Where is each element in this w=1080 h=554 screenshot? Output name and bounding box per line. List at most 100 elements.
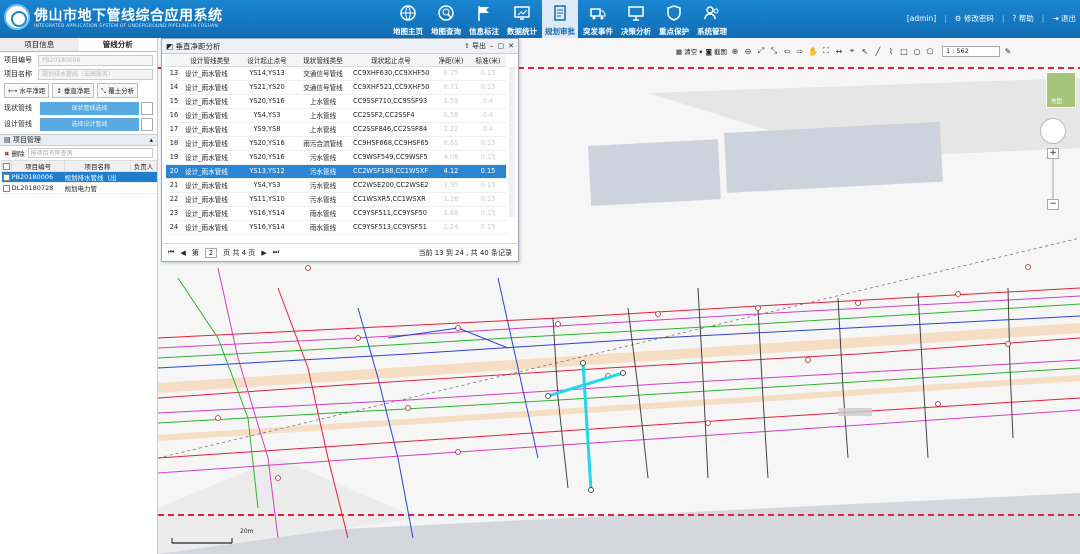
project-name-field[interactable]: 规划排水管线（出图服务） [38,68,153,80]
table-row[interactable]: 22 设计_雨水管线 YS11,YS10 污水管线 CC1WSXR5,CC1WSXR 1.… [166,192,506,207]
table-row[interactable]: 20 设计_雨水管线 YS13,YS12 污水管线 CC2WSF188,CC1WSXF 4… [166,164,506,179]
project-actions: ✖ 删除 按项目名称查询 [4,147,153,159]
nav-decision-analysis[interactable]: 决策分析 [618,0,654,38]
existing-pipe-select-button[interactable]: 现状管线选择 [40,101,139,115]
existing-pipe-checkbox[interactable] [141,101,153,115]
maximize-icon[interactable]: ▢ [498,42,505,50]
zoom-out-icon[interactable]: ⊖ [743,46,753,56]
row-checkbox[interactable] [1,171,12,183]
clearance-cell: 0.71 [432,80,470,95]
nav-emergency[interactable]: 突发事件 [580,0,616,38]
nav-map-home[interactable]: 地图主页 [390,0,426,38]
draw-line-icon[interactable]: ╱ [873,46,883,56]
pen-icon[interactable]: ✎ [1003,46,1013,56]
zoom-in-icon[interactable]: ⊕ [730,46,740,56]
dialog-title: ◩ 垂直净距分析 [166,41,221,51]
row-checkbox[interactable] [1,182,12,194]
nav-planning-approval[interactable]: 规划审批 [542,0,578,38]
scale-select[interactable]: 1 : 562 [941,45,1000,57]
table-row[interactable]: 24 设计_雨水管线 YS16,YS14 雨水管线 CC9YSF513,CC9YSF51… [166,220,506,235]
table-header: 设计管线类型 设计起止点号 现状管线类型 现状起止点号 净距(米) 标准(米) [166,54,506,67]
design-type-cell: 设计_雨水管线 [182,220,238,235]
row-number-cell: 21 [166,178,182,193]
project-id-field[interactable]: PB20180006 [38,54,153,66]
table-row[interactable]: 17 设计_雨水管线 YS9,YS8 上水管线 CC2SSF846,CC2SSF84 2.… [166,122,506,137]
select-all-checkbox[interactable] [0,160,13,172]
table-row[interactable]: DL20180728 规划电力管 [1,182,157,194]
measure-icon[interactable]: ↔ [834,46,844,56]
close-icon[interactable]: ✕ [508,42,514,50]
nav-info-annotation[interactable]: 信息标注 [466,0,502,38]
screenshot-button[interactable]: ◙ 截图 [706,46,727,56]
design-pipe-select-button[interactable]: 选择设计管线 [40,117,139,131]
pan-control[interactable] [1040,118,1066,144]
table-row[interactable]: 18 设计_雨水管线 YS20,YS16 雨污合流管线 CC9HSF668,CC9HSF… [166,136,506,151]
horizontal-clearance-button[interactable]: ⟷ 水平净距 [4,83,50,98]
forward-icon[interactable]: ⇨ [795,46,805,56]
change-password-link[interactable]: ⚙ 修改密码 [955,13,994,24]
table-scrollbar[interactable] [509,67,515,217]
next-page-icon[interactable]: ▶ [261,249,266,257]
cover-analysis-button[interactable]: ⤡ 覆土分析 [96,83,139,98]
logo [4,4,30,30]
table-row[interactable]: 15 设计_雨水管线 YS20,YS16 上水管线 CC9SSF710,CC9SSF93… [166,94,506,109]
standard-cell: 0.4 [470,94,506,109]
table-row[interactable]: 16 设计_雨水管线 YS4,YS3 上水管线 CC2SSF2,CC2SSF4 0.58 0… [166,108,506,123]
polyline-icon[interactable]: ⌇ [886,46,896,56]
export-button[interactable]: ⇪ 导出 [464,41,486,51]
project-id-cell: DL20180728 [11,182,65,194]
nav-map-query[interactable]: 地图查询 [428,0,464,38]
help-link[interactable]: ? 帮助 [1012,13,1033,24]
prev-page-icon[interactable]: ◀ [180,249,185,257]
back-icon[interactable]: ⇦ [782,46,792,56]
tab-project-info[interactable]: 项目信息 [0,38,79,51]
clearance-cell: 1.59 [432,94,470,109]
project-management-header[interactable]: ▤ 项目管理 ▴ [0,134,157,146]
design-pipe-checkbox[interactable] [141,117,153,131]
page-number-input[interactable]: 2 [204,247,218,258]
chart-icon: ◩ [166,41,174,51]
field-label: 设计管线 [4,120,32,128]
tab-pipeline-analysis[interactable]: 管线分析 [78,38,157,51]
existing-type-cell: 上水管线 [296,122,350,137]
project-id-row: 项目编号 PB20180006 [4,54,153,66]
rectangle-icon[interactable]: □ [899,46,909,56]
polygon-icon[interactable]: ⬠ [925,46,935,56]
circle-icon[interactable]: ○ [912,46,922,56]
table-row[interactable]: 14 设计_雨水管线 YS21,YS20 交通信号管线 CC9XHF521,CC9XHF… [166,80,506,95]
design-points-cell: YS16,YS14 [238,206,296,221]
project-search-input[interactable]: 按项目名称查询 [27,148,153,158]
nav-label: 地图查询 [431,27,461,36]
delete-button[interactable]: ✖ 删除 [4,148,25,158]
pan-icon[interactable]: ✋ [808,46,818,56]
vertical-clearance-button[interactable]: ↕ 垂直净距 [52,83,94,98]
basemap-switcher[interactable]: 地图 [1046,72,1076,108]
full-extent-icon[interactable]: ⤢ [756,46,766,56]
zoom-slider[interactable] [1052,159,1054,199]
zoom-out-button[interactable]: − [1047,199,1059,210]
nav-data-stats[interactable]: 数据统计 [504,0,540,38]
existing-type-cell: 上水管线 [296,94,350,109]
app-header: 佛山市地下管线综合应用系统 INTEGRATED APPLICATION SYS… [0,0,1080,38]
table-row[interactable]: PB20180006 规划排水管线（出 [1,171,157,183]
table-row[interactable]: 23 设计_雨水管线 YS16,YS14 雨水管线 CC9YSF511,CC9YSF50… [166,206,506,221]
design-points-cell: YS21,YS20 [238,80,296,95]
collapse-icon[interactable]: ▴ [149,135,153,145]
logout-link[interactable]: ⇥ 退出 [1052,13,1076,24]
zoom-in-button[interactable]: + [1047,148,1059,159]
fit-icon[interactable]: ⛶ [821,46,831,56]
select-icon[interactable]: ↖ [860,46,870,56]
locate-icon[interactable]: ⌖ [847,46,857,56]
clear-button[interactable]: ▦ 清空 ▾ [676,46,703,56]
nav-system-admin[interactable]: 系统管理 [694,0,730,38]
minimize-icon[interactable]: – [490,42,494,50]
clearance-cell: 3.95 [432,178,470,193]
table-row[interactable]: 13 设计_雨水管线 YS14,YS13 交通信号管线 CC9XHF630,CC9XHF… [166,66,506,81]
nav-key-protection[interactable]: 重点保护 [656,0,692,38]
first-page-icon[interactable]: ⏮ [168,248,174,257]
table-row[interactable]: 21 设计_雨水管线 YS4,YS3 污水管线 CC2WSE200,CC2WSE2 3.9… [166,178,506,193]
table-row[interactable]: 19 设计_雨水管线 YS20,YS16 污水管线 CC9WSF549,CC9WSF5 4… [166,150,506,165]
design-points-cell: YS4,YS3 [238,178,296,193]
last-page-icon[interactable]: ⏭ [273,248,279,257]
shrink-icon[interactable]: ⤡ [769,46,779,56]
